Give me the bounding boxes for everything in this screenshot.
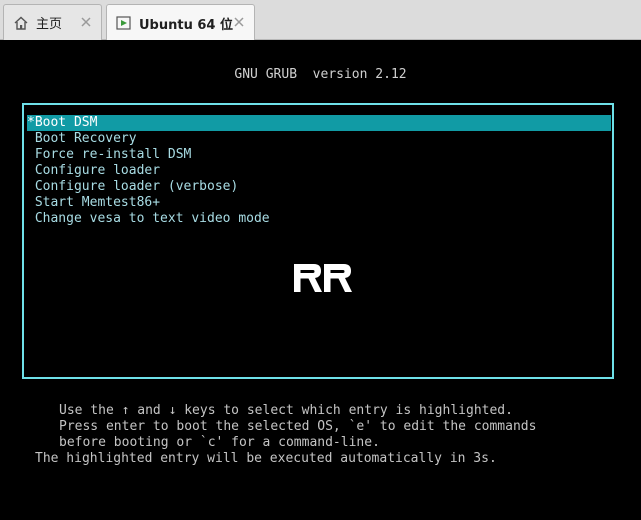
tab-ubuntu-vm-label: Ubuntu 64 位 xyxy=(139,17,233,33)
rr-logo xyxy=(294,264,352,292)
countdown-text: The highlighted entry will be executed a… xyxy=(35,451,497,466)
menu-item-memtest[interactable]: Start Memtest86+ xyxy=(27,195,611,211)
vm-tab-bar: 主页 Ubuntu 64 位 xyxy=(0,0,641,41)
menu-item-force-reinstall[interactable]: Force re-install DSM xyxy=(27,147,611,163)
grub-menu: *Boot DSM Boot Recovery Force re-install… xyxy=(22,103,614,379)
grub-title: GNU GRUB version 2.12 xyxy=(234,67,407,82)
tab-home-label: 主页 xyxy=(36,17,63,32)
vm-icon xyxy=(115,14,133,32)
help-line-keys: Use the ↑ and ↓ keys to select which ent… xyxy=(59,403,513,418)
vm-console[interactable]: GNU GRUB version 2.12 *Boot DSM Boot Rec… xyxy=(0,40,641,520)
menu-item-boot-recovery[interactable]: Boot Recovery xyxy=(27,131,611,147)
menu-item-boot-dsm[interactable]: *Boot DSM xyxy=(27,115,611,131)
help-line-enter: Press enter to boot the selected OS, `e'… xyxy=(59,419,537,434)
close-icon[interactable] xyxy=(79,15,93,29)
menu-item-change-vesa[interactable]: Change vesa to text video mode xyxy=(27,211,611,227)
home-icon xyxy=(12,14,30,32)
menu-item-configure-loader[interactable]: Configure loader xyxy=(27,163,611,179)
menu-item-configure-loader-verbose[interactable]: Configure loader (verbose) xyxy=(27,179,611,195)
close-icon[interactable] xyxy=(232,15,246,29)
help-line-commandline: before booting or `c' for a command-line… xyxy=(59,435,380,450)
tab-home[interactable]: 主页 xyxy=(3,4,102,40)
tab-ubuntu-vm[interactable]: Ubuntu 64 位 xyxy=(106,4,255,41)
